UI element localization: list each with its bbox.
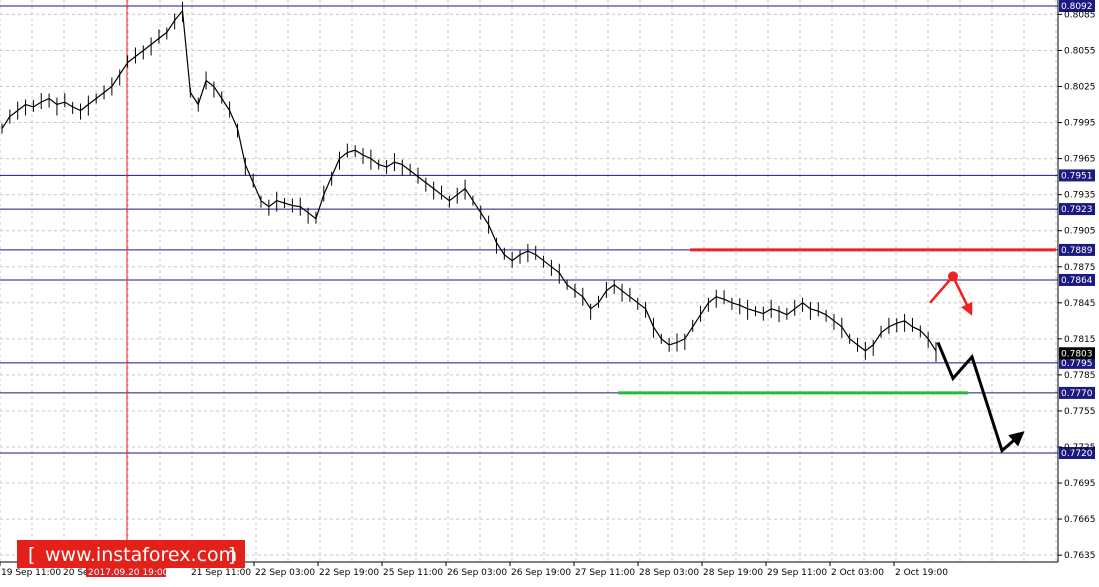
- y-tick-label: 0.7905: [1064, 227, 1096, 237]
- level-label: 0.7770: [1061, 389, 1093, 399]
- watermark-text: www.instaforex.com: [45, 544, 237, 566]
- x-tick-label: 28 Sep 03:00: [639, 568, 699, 578]
- alternative-pivot-dot: [948, 271, 958, 282]
- current-price-label: 0.7803: [1061, 349, 1093, 359]
- x-tick-label: 2 Oct 03:00: [831, 568, 884, 578]
- y-tick-label: 0.7935: [1064, 191, 1096, 201]
- y-tick-label: 0.7965: [1064, 155, 1096, 165]
- level-label: 0.7864: [1061, 276, 1093, 286]
- y-tick-label: 0.8025: [1064, 83, 1096, 93]
- chart-plot-area: [0, 0, 1058, 562]
- level-label: 0.7795: [1061, 359, 1093, 369]
- x-tick-label: 28 Sep 19:00: [703, 568, 763, 578]
- x-tick-label: 2 Oct 19:00: [895, 568, 948, 578]
- level-label: 0.7889: [1061, 246, 1093, 256]
- x-tick-label: 27 Sep 11:00: [575, 568, 635, 578]
- x-tick-label: 25 Sep 11:00: [383, 568, 443, 578]
- y-tick-label: 0.7875: [1064, 263, 1096, 273]
- x-highlight-label: 2017.09.20 19:00: [88, 568, 169, 578]
- watermark-bracket-left: [: [28, 544, 35, 566]
- x-tick-label: 19 Sep 11:00: [1, 568, 61, 578]
- y-tick-label: 0.8055: [1064, 46, 1096, 56]
- y-tick-label: 0.7815: [1064, 335, 1096, 345]
- level-label: 0.7951: [1061, 171, 1093, 181]
- y-tick-label: 0.7665: [1064, 515, 1096, 525]
- y-tick-label: 0.7755: [1064, 407, 1096, 417]
- y-tick-label: 0.7635: [1064, 551, 1096, 561]
- watermark-bracket-right: ]: [228, 544, 235, 566]
- x-tick-label: 26 Sep 03:00: [447, 568, 507, 578]
- x-tick-label: 21 Sep 11:00: [191, 568, 251, 578]
- x-tick-label: 26 Sep 19:00: [511, 568, 571, 578]
- x-tick-label: 29 Sep 11:00: [767, 568, 827, 578]
- x-tick-label: 22 Sep 19:00: [319, 568, 379, 578]
- y-tick-label: 0.7995: [1064, 119, 1096, 129]
- price-chart: 0.80920.79510.79230.78890.78640.77950.77…: [0, 0, 1096, 578]
- y-tick-label: 0.8085: [1064, 10, 1096, 20]
- y-tick-label: 0.7845: [1064, 299, 1096, 309]
- y-tick-label: 0.7695: [1064, 479, 1096, 489]
- level-label: 0.7923: [1061, 205, 1093, 215]
- x-tick-label: 22 Sep 03:00: [255, 568, 315, 578]
- y-tick-label: 0.7725: [1064, 443, 1096, 453]
- watermark: [ www.instaforex.com ]: [17, 540, 245, 568]
- y-tick-label: 0.7785: [1064, 371, 1096, 381]
